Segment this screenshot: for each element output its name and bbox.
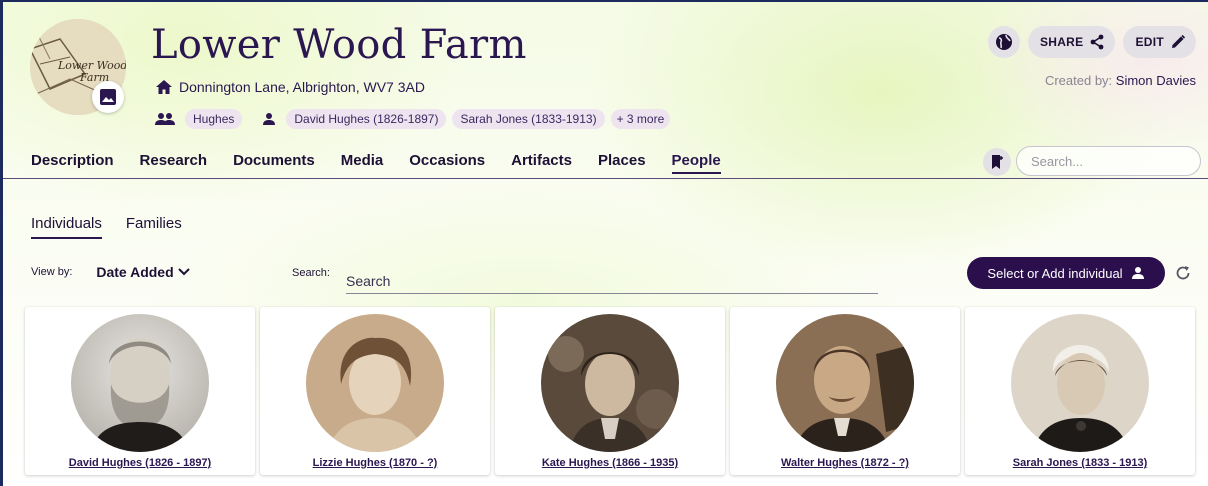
portrait-photo: [541, 314, 679, 452]
individual-name-link[interactable]: Lizzie Hughes (1870 - ?): [313, 457, 438, 469]
edit-label: EDIT: [1135, 35, 1164, 49]
refresh-icon: [1176, 266, 1190, 280]
share-icon: [1091, 34, 1104, 50]
bookmark-add-icon: [992, 155, 1003, 169]
individual-card[interactable]: Kate Hughes (1866 - 1935): [495, 307, 725, 475]
individual-card[interactable]: Lizzie Hughes (1870 - ?): [260, 307, 490, 475]
chevron-down-icon: [177, 268, 190, 276]
subtab-individuals[interactable]: Individuals: [31, 215, 102, 239]
person-icon: [1131, 267, 1144, 279]
nav-divider: [3, 178, 1208, 179]
portrait-photo: [71, 314, 209, 452]
tab-artifacts[interactable]: Artifacts: [511, 152, 572, 174]
globe-icon: [995, 34, 1012, 50]
view-by-value: Date Added: [96, 264, 174, 280]
view-by-control: View by: Date Added: [31, 264, 190, 280]
address-text: Donnington Lane, Albrighton, WV7 3AD: [179, 79, 425, 95]
individual-name-link[interactable]: Sarah Jones (1833 - 1913): [1013, 457, 1148, 469]
tag-row: Hughes David Hughes (1826-1897) Sarah Jo…: [155, 109, 671, 129]
created-by: Created by: Simon Davies: [1045, 73, 1196, 88]
portrait-photo: [1011, 314, 1149, 452]
family-icon: [155, 112, 175, 126]
individual-card[interactable]: Walter Hughes (1872 - ?): [730, 307, 960, 475]
tab-description[interactable]: Description: [31, 152, 114, 174]
people-subtabs: Individuals Families: [31, 215, 182, 239]
main-nav: Description Research Documents Media Occ…: [31, 152, 747, 174]
refresh-button[interactable]: [1173, 263, 1193, 283]
individuals-search-input[interactable]: [346, 268, 878, 294]
global-search-input[interactable]: [1016, 146, 1201, 176]
individual-name-link[interactable]: Kate Hughes (1866 - 1935): [542, 457, 678, 469]
page-title: Lower Wood Farm: [151, 22, 527, 68]
person-tag-chip[interactable]: Sarah Jones (1833-1913): [452, 109, 605, 129]
address-line: Donnington Lane, Albrighton, WV7 3AD: [155, 79, 425, 95]
view-by-label: View by:: [31, 266, 73, 278]
individual-name-link[interactable]: Walter Hughes (1872 - ?): [781, 457, 909, 469]
change-image-button[interactable]: [92, 81, 124, 113]
tab-media[interactable]: Media: [341, 152, 384, 174]
select-or-add-individual-button[interactable]: Select or Add individual: [967, 257, 1165, 289]
visibility-button[interactable]: [987, 26, 1020, 58]
individual-card[interactable]: David Hughes (1826 - 1897): [25, 307, 255, 475]
individual-name-link[interactable]: David Hughes (1826 - 1897): [69, 457, 211, 469]
created-by-name[interactable]: Simon Davies: [1116, 73, 1196, 88]
pencil-icon: [1172, 34, 1186, 48]
list-search-label: Search:: [292, 267, 330, 279]
portrait-photo: [776, 314, 914, 452]
place-avatar[interactable]: Lower Wood Farm: [30, 19, 126, 115]
subtab-families[interactable]: Families: [126, 215, 182, 239]
tab-people[interactable]: People: [671, 152, 721, 174]
tab-occasions[interactable]: Occasions: [409, 152, 485, 174]
view-by-dropdown[interactable]: Date Added: [96, 264, 190, 280]
family-tag-chip[interactable]: Hughes: [185, 109, 243, 129]
portrait-photo: [306, 314, 444, 452]
person-tag-chip[interactable]: David Hughes (1826-1897): [286, 109, 447, 129]
created-by-label: Created by:: [1044, 73, 1113, 88]
share-button[interactable]: SHARE: [1027, 26, 1116, 58]
page-frame: Lower Wood Farm Lower Wood Farm Donningt…: [0, 0, 1208, 486]
bookmark-button[interactable]: [983, 148, 1011, 176]
more-tags-chip[interactable]: + 3 more: [610, 109, 671, 129]
tab-places[interactable]: Places: [598, 152, 646, 174]
person-icon: [262, 112, 276, 126]
header-actions: SHARE EDIT: [987, 26, 1196, 58]
edit-button[interactable]: EDIT: [1123, 26, 1196, 58]
share-label: SHARE: [1039, 35, 1084, 49]
tab-documents[interactable]: Documents: [233, 152, 315, 174]
add-button-label: Select or Add individual: [987, 265, 1123, 281]
image-icon: [100, 89, 116, 105]
individuals-grid: David Hughes (1826 - 1897) Lizzie Hughes…: [25, 307, 1195, 475]
tab-research[interactable]: Research: [140, 152, 208, 174]
individual-card[interactable]: Sarah Jones (1833 - 1913): [965, 307, 1195, 475]
home-icon: [156, 80, 172, 94]
